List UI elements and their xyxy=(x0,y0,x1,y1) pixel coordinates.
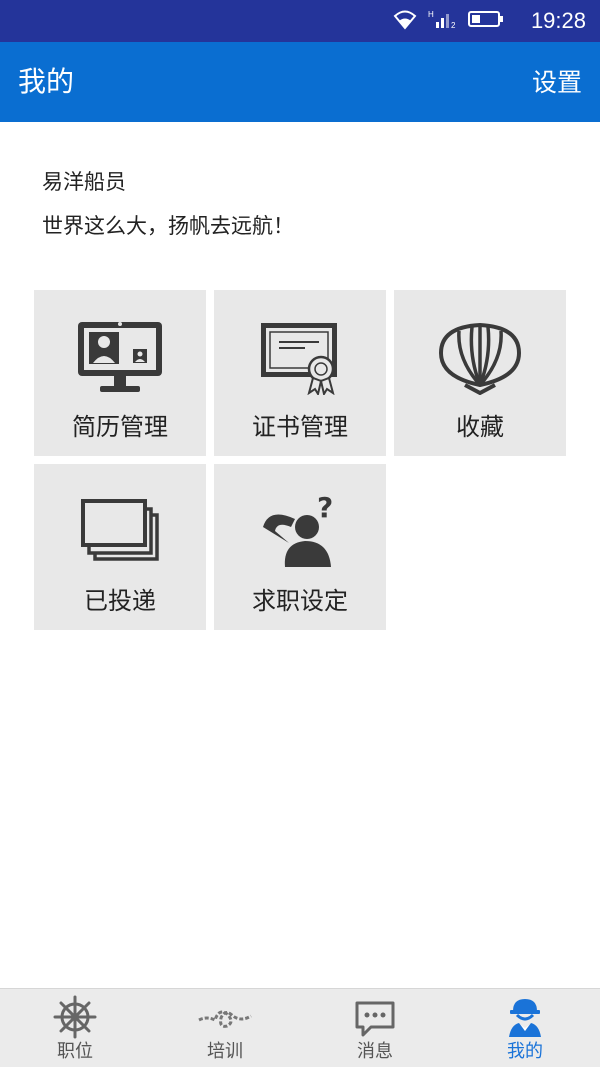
nav-item-jobs[interactable]: 职位 xyxy=(0,989,150,1067)
profile-motto: 世界这么大，扬帆去远航！ xyxy=(42,214,294,238)
nav-label: 培训 xyxy=(207,1041,243,1062)
tile-resume-management[interactable]: 简历管理 xyxy=(34,290,206,456)
tile-job-preferences[interactable]: ? 求职设定 xyxy=(214,464,386,630)
svg-text:2: 2 xyxy=(451,21,456,30)
tile-favorites[interactable]: 收藏 xyxy=(394,290,566,456)
app-bar: 我的 设置 xyxy=(0,42,600,122)
tile-label: 收藏 xyxy=(456,413,504,441)
settings-button[interactable]: 设置 xyxy=(532,66,582,100)
stacked-cards-icon xyxy=(70,488,170,574)
shell-icon xyxy=(430,314,530,400)
certificate-icon xyxy=(250,314,350,400)
battery-icon xyxy=(468,8,504,34)
status-icons: H 2 xyxy=(392,8,504,34)
sailor-helmet-icon xyxy=(497,995,553,1039)
nav-item-training[interactable]: 培训 xyxy=(150,989,300,1067)
tile-submitted[interactable]: 已投递 xyxy=(34,464,206,630)
rope-knot-icon xyxy=(197,995,253,1039)
bottom-nav: 职位 培训 消息 我的 xyxy=(0,988,600,1067)
signal-icon: H 2 xyxy=(428,8,458,34)
chat-bubble-icon xyxy=(347,995,403,1039)
tile-label: 证书管理 xyxy=(252,413,348,441)
tile-label: 简历管理 xyxy=(72,413,168,441)
ship-wheel-icon xyxy=(47,995,103,1039)
status-bar: H 2 19:28 xyxy=(0,0,600,42)
resume-monitor-icon xyxy=(70,314,170,400)
nav-item-me[interactable]: 我的 xyxy=(450,989,600,1067)
profile-name: 易洋船员 xyxy=(42,170,126,194)
thinking-person-icon: ? xyxy=(250,488,350,574)
page-title: 我的 xyxy=(18,65,75,98)
svg-text:?: ? xyxy=(317,493,333,524)
tile-label: 已投递 xyxy=(84,587,156,615)
nav-label: 消息 xyxy=(357,1041,393,1062)
nav-label: 职位 xyxy=(57,1041,93,1062)
tile-certificate-management[interactable]: 证书管理 xyxy=(214,290,386,456)
wifi-icon xyxy=(392,8,418,34)
nav-item-messages[interactable]: 消息 xyxy=(300,989,450,1067)
status-time: 19:28 xyxy=(530,8,586,33)
svg-text:H: H xyxy=(428,10,434,19)
nav-label: 我的 xyxy=(507,1041,543,1062)
tile-label: 求职设定 xyxy=(252,587,348,615)
